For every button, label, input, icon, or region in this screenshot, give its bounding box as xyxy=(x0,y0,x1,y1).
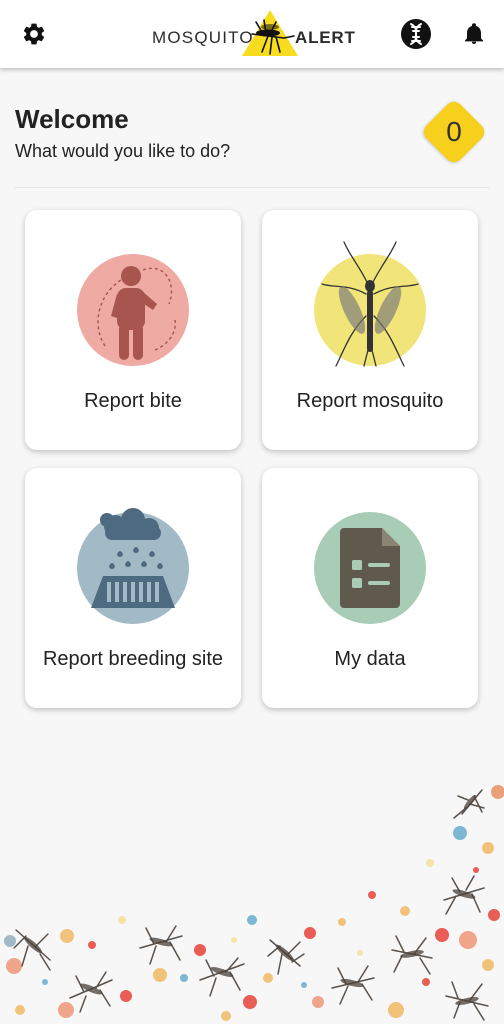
gear-icon xyxy=(23,23,45,45)
page-subtitle: What would you like to do? xyxy=(15,141,231,161)
report-bite-label: Report bite xyxy=(84,390,182,412)
rain-drain-icon xyxy=(77,508,189,624)
app-logo: MOSQUITO ALERT xyxy=(152,8,355,60)
app-bar: MOSQUITO ALERT xyxy=(0,0,504,68)
dna-icon xyxy=(401,19,431,49)
person-bite-icon xyxy=(77,254,189,366)
report-mosquito-label: Report mosquito xyxy=(296,390,444,412)
logo-mosquito-icon xyxy=(242,10,298,56)
report-breeding-site-label: Report breeding site xyxy=(42,648,224,670)
logo-word-alert: ALERT xyxy=(295,28,356,47)
divider xyxy=(15,187,489,188)
page-title: Welcome xyxy=(15,104,129,134)
document-icon xyxy=(314,512,426,624)
report-mosquito-card[interactable]: Report mosquito xyxy=(262,210,478,450)
points-count: 0 xyxy=(446,116,462,147)
my-data-card[interactable]: My data xyxy=(262,468,478,708)
report-bite-card[interactable]: Report bite xyxy=(25,210,241,450)
my-data-label: My data xyxy=(334,648,406,670)
report-breeding-site-card[interactable]: Report breeding site xyxy=(25,468,241,708)
points-badge[interactable]: 0 xyxy=(420,98,488,166)
logo-word-mosquito: MOSQUITO xyxy=(152,28,254,47)
mosquito-pattern-decoration xyxy=(4,785,504,1021)
dna-button[interactable] xyxy=(396,14,436,54)
bell-icon xyxy=(465,23,483,44)
settings-button[interactable] xyxy=(14,14,54,54)
mosquito-icon xyxy=(314,241,426,367)
notifications-button[interactable] xyxy=(454,14,494,54)
